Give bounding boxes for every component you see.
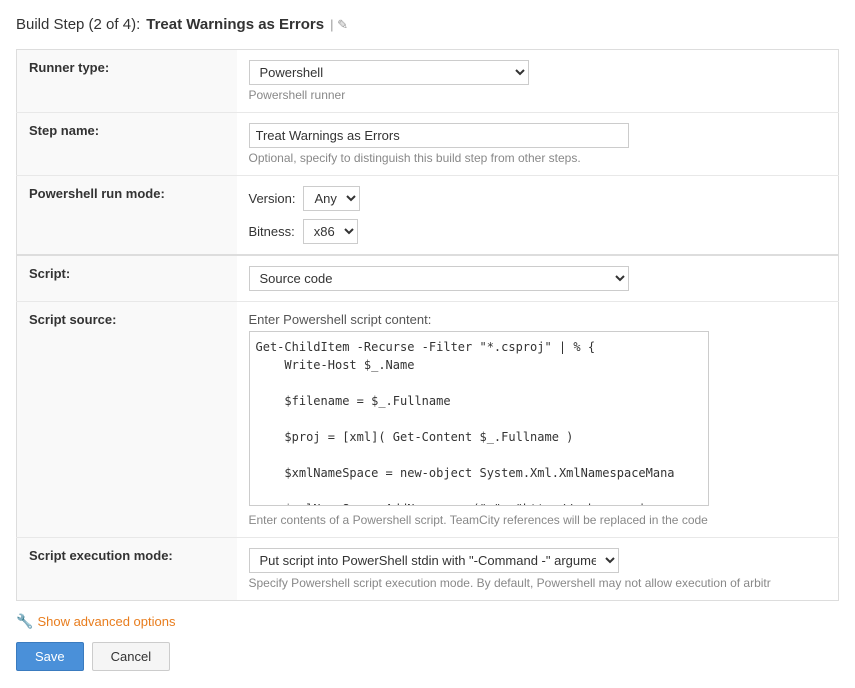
bitness-line: Bitness: x86 bbox=[249, 219, 827, 244]
version-line: Version: Any bbox=[249, 186, 827, 211]
step-name-value-cell: Optional, specify to distinguish this bu… bbox=[237, 113, 839, 176]
save-button[interactable]: Save bbox=[16, 642, 84, 671]
script-footer-hint: Enter contents of a Powershell script. T… bbox=[249, 513, 827, 527]
execution-mode-select[interactable]: Put script into PowerShell stdin with "-… bbox=[249, 548, 619, 573]
script-row: Script: Source code bbox=[17, 255, 839, 302]
execution-mode-row: Put script into PowerShell stdin with "-… bbox=[249, 548, 827, 573]
step-name-row: Step name: Optional, specify to distingu… bbox=[17, 113, 839, 176]
step-name-label: Step name: bbox=[17, 113, 237, 176]
powershell-run-mode-value-cell: Version: Any Bitness: x86 bbox=[237, 176, 839, 256]
page-title: Build Step (2 of 4): Treat Warnings as E… bbox=[16, 16, 839, 33]
button-row: Save Cancel bbox=[16, 642, 839, 671]
runner-type-hint: Powershell runner bbox=[249, 88, 827, 102]
script-source-value-cell: Enter Powershell script content: Get-Chi… bbox=[237, 302, 839, 538]
script-editor[interactable]: Get-ChildItem -Recurse -Filter "*.csproj… bbox=[249, 331, 709, 506]
script-execution-mode-value-cell: Put script into PowerShell stdin with "-… bbox=[237, 538, 839, 601]
script-execution-mode-label: Script execution mode: bbox=[17, 538, 237, 601]
step-name-hint: Optional, specify to distinguish this bu… bbox=[249, 151, 827, 165]
powershell-run-mode-row: Powershell run mode: Version: Any Bitnes… bbox=[17, 176, 839, 256]
version-select[interactable]: Any bbox=[303, 186, 360, 211]
script-execution-mode-row: Script execution mode: Put script into P… bbox=[17, 538, 839, 601]
run-mode-row: Version: Any Bitness: x86 bbox=[249, 186, 827, 244]
script-label: Script: bbox=[17, 255, 237, 302]
step-name-input[interactable] bbox=[249, 123, 629, 148]
runner-type-label: Runner type: bbox=[17, 50, 237, 113]
form-table: Runner type: Powershell Powershell runne… bbox=[16, 49, 839, 601]
enter-script-label: Enter Powershell script content: bbox=[249, 312, 827, 327]
script-value-cell: Source code bbox=[237, 255, 839, 302]
edit-icon[interactable]: | ✎ bbox=[330, 17, 348, 33]
title-main: Treat Warnings as Errors bbox=[146, 16, 324, 33]
advanced-options-link[interactable]: 🔧 Show advanced options bbox=[16, 613, 839, 630]
runner-type-row: Runner type: Powershell Powershell runne… bbox=[17, 50, 839, 113]
powershell-run-mode-label: Powershell run mode: bbox=[17, 176, 237, 256]
advanced-options-label: Show advanced options bbox=[37, 614, 175, 629]
bitness-select[interactable]: x86 bbox=[303, 219, 358, 244]
execution-mode-hint: Specify Powershell script execution mode… bbox=[249, 576, 827, 590]
script-source-row: Script source: Enter Powershell script c… bbox=[17, 302, 839, 538]
script-source-label: Script source: bbox=[17, 302, 237, 538]
script-area-wrapper: Get-ChildItem -Recurse -Filter "*.csproj… bbox=[249, 331, 709, 509]
runner-type-value-cell: Powershell Powershell runner bbox=[237, 50, 839, 113]
title-prefix: Build Step (2 of 4): bbox=[16, 16, 140, 33]
wrench-icon: 🔧 bbox=[16, 613, 33, 630]
runner-type-select[interactable]: Powershell bbox=[249, 60, 529, 85]
bitness-label: Bitness: bbox=[249, 224, 295, 239]
version-label: Version: bbox=[249, 191, 296, 206]
cancel-button[interactable]: Cancel bbox=[92, 642, 170, 671]
script-select[interactable]: Source code bbox=[249, 266, 629, 291]
